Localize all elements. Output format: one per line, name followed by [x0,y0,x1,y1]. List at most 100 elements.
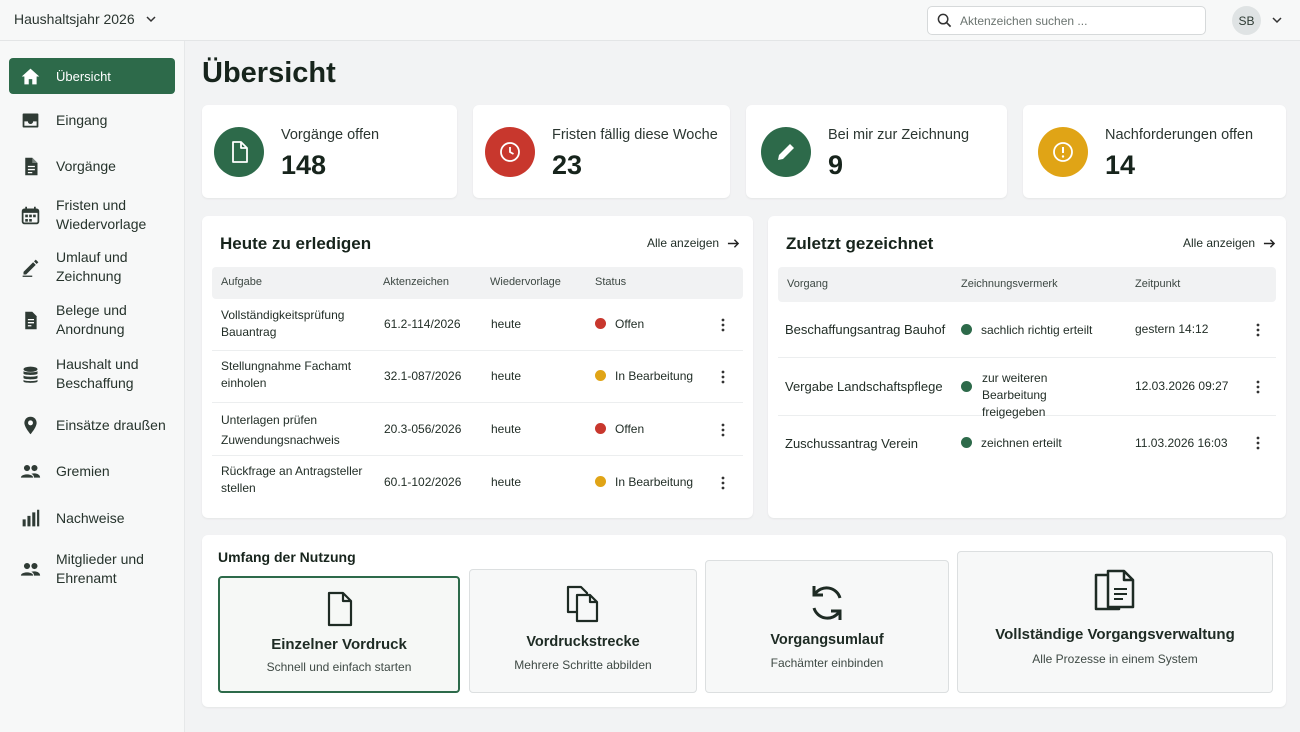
sidebar-item-vorgaenge[interactable]: Vorgänge [9,155,175,177]
kpi-card-vorgaenge-offen[interactable]: Vorgänge offen 148 [202,105,457,198]
kpi-card-fristen[interactable]: Fristen fällig diese Woche 23 [473,105,730,198]
column-header: Zeitpunkt [1135,278,1181,290]
sidebar-item-label: Umlauf und Zeichnung [56,249,128,284]
location-pin-icon [19,414,41,436]
search-icon [937,13,952,28]
signature-note: sachlich richtig erteilt [961,322,1121,339]
column-header: Aufgabe [221,276,262,288]
status-label: In Bearbeitung [615,369,694,383]
sidebar-item-label: Haushalt und Beschaffung [56,356,139,391]
task-name: Rückfrage an Antragsteller stellen [221,464,363,495]
document-icon [220,591,458,627]
year-selector[interactable]: Haushaltsjahr 2026 [14,11,157,27]
refresh-icon [706,582,948,624]
kpi-value: 148 [281,150,327,180]
sidebar: Übersicht Eingang Vorgänge Fristen und W… [0,41,185,732]
search-input[interactable] [960,13,1190,28]
status-badge: Offen [595,316,644,333]
status-badge: In Bearbeitung [595,474,693,491]
sidebar-item-fristen[interactable]: Fristen und Wiedervorlage [9,195,175,235]
sidebar-item-haushalt[interactable]: Haushalt und Beschaffung [9,354,175,394]
usage-option-vordruckstrecke[interactable]: Vordruckstrecke Mehrere Schritte abbilde… [469,569,697,693]
option-subtitle: Mehrere Schritte abbilden [514,658,652,672]
sidebar-item-uebersicht[interactable]: Übersicht [9,58,175,94]
people-icon [19,558,41,580]
more-options-icon[interactable] [716,422,730,438]
table-row[interactable]: Beschaffungsantrag Bauhof sachlich richt… [778,302,1276,358]
timestamp: 12.03.2026 09:27 [1135,379,1229,393]
signature-note: zur weiteren Bearbeitung freigegeben [961,370,1111,421]
year-label: Haushaltsjahr 2026 [14,11,135,27]
option-subtitle: Alle Prozesse in einem System [1032,652,1198,666]
sidebar-item-label: Fristen und Wiedervorlage [56,197,147,232]
card-title: Heute zu erledigen [220,234,372,253]
option-title: Vollständige Vorgangsverwaltung [995,626,1235,643]
sidebar-item-label: Vorgänge [56,157,116,174]
sidebar-item-eingang[interactable]: Eingang [9,109,175,131]
table-row[interactable]: Vergabe Landschaftspflege zur weiteren B… [778,358,1276,419]
option-title: Einzelner Vordruck [271,636,407,653]
column-header: Wiedervorlage [490,276,561,288]
kpi-label: Fristen fällig diese Woche [552,127,718,143]
kpi-card-nachforderungen[interactable]: Nachforderungen offen 14 [1023,105,1286,198]
show-all-label: Alle anzeigen [647,236,720,250]
table-row[interactable]: Stellungnahme Fachamt einholen 32.1-087/… [212,351,743,403]
usage-option-vollstaendige-vorgangsverwaltung[interactable]: Vollständige Vorgangsverwaltung Alle Pro… [957,551,1273,693]
more-options-icon[interactable] [1251,322,1265,338]
sidebar-item-gremien[interactable]: Gremien [9,460,175,482]
usage-option-einzelner-vordruck[interactable]: Einzelner Vordruck Schnell und einfach s… [218,576,460,693]
show-all-link[interactable]: Alle anzeigen [647,236,740,250]
table-row[interactable]: Unterlagen prüfen Zuwendungsnachweis 20.… [212,403,743,456]
copy-documents-icon [470,585,696,623]
option-title: Vordruckstrecke [526,634,640,650]
coins-icon [19,363,41,385]
status-label: In Bearbeitung [615,475,694,489]
sidebar-item-label: Mitglieder und Ehrenamt [56,551,144,586]
sidebar-item-einsaetze[interactable]: Einsätze draußen [9,414,175,436]
more-options-icon[interactable] [716,475,730,491]
table-row[interactable]: Zuschussantrag Verein zeichnen erteilt 1… [778,416,1276,472]
table-header: Aufgabe Aktenzeichen Wiedervorlage Statu… [212,267,743,299]
usage-option-vorgangsumlauf[interactable]: Vorgangsumlauf Fachämter einbinden [705,560,949,693]
table-row[interactable]: Vollständigkeitsprüfung Bauantrag 61.2-1… [212,299,743,351]
usage-scope-card: Umfang der Nutzung Einzelner Vordruck Sc… [202,535,1286,707]
more-options-icon[interactable] [716,317,730,333]
documents-stack-icon [958,569,1272,615]
show-all-link[interactable]: Alle anzeigen [1183,236,1276,250]
more-options-icon[interactable] [1251,379,1265,395]
user-avatar[interactable]: SB [1232,6,1261,35]
status-badge: Offen [595,421,644,438]
kpi-value: 14 [1105,150,1136,180]
sidebar-item-label: Gremien [56,462,110,479]
task-name: Unterlagen prüfen Zuwendungsnachweis [221,413,340,447]
status-label: Offen [615,317,645,331]
chevron-down-icon[interactable] [1271,14,1283,26]
home-icon [19,65,41,87]
status-dot [595,318,606,329]
status-badge: In Bearbeitung [595,368,693,385]
status-dot [961,437,972,448]
reference-number: 60.1-102/2026 [384,475,462,489]
reference-number: 32.1-087/2026 [384,369,462,383]
sidebar-item-label: Belege und Anordnung [56,302,127,337]
sidebar-item-label: Eingang [56,111,108,128]
sidebar-item-mitglieder[interactable]: Mitglieder und Ehrenamt [9,549,175,589]
table-row[interactable]: Rückfrage an Antragsteller stellen 60.1-… [212,456,743,508]
note-label: sachlich richtig erteilt [981,323,1093,337]
more-options-icon[interactable] [1251,435,1265,451]
kpi-label: Vorgänge offen [281,127,380,143]
clock-icon [485,127,535,177]
card-title: Umfang der Nutzung [218,549,356,565]
sidebar-item-nachweise[interactable]: Nachweise [9,507,175,529]
recently-signed-card: Zuletzt gezeichnet Alle anzeigen Vorgang… [768,216,1286,518]
kpi-card-zeichnung[interactable]: Bei mir zur Zeichnung 9 [746,105,1007,198]
sidebar-item-belege[interactable]: Belege und Anordnung [9,300,175,340]
search-box[interactable] [927,6,1206,35]
process-name: Zuschussantrag Verein [785,436,918,451]
sidebar-item-umlauf[interactable]: Umlauf und Zeichnung [9,247,175,287]
kpi-label: Bei mir zur Zeichnung [828,127,970,143]
status-dot [595,370,606,381]
more-options-icon[interactable] [716,369,730,385]
timestamp: gestern 14:12 [1135,322,1209,336]
option-subtitle: Fachämter einbinden [770,656,884,670]
